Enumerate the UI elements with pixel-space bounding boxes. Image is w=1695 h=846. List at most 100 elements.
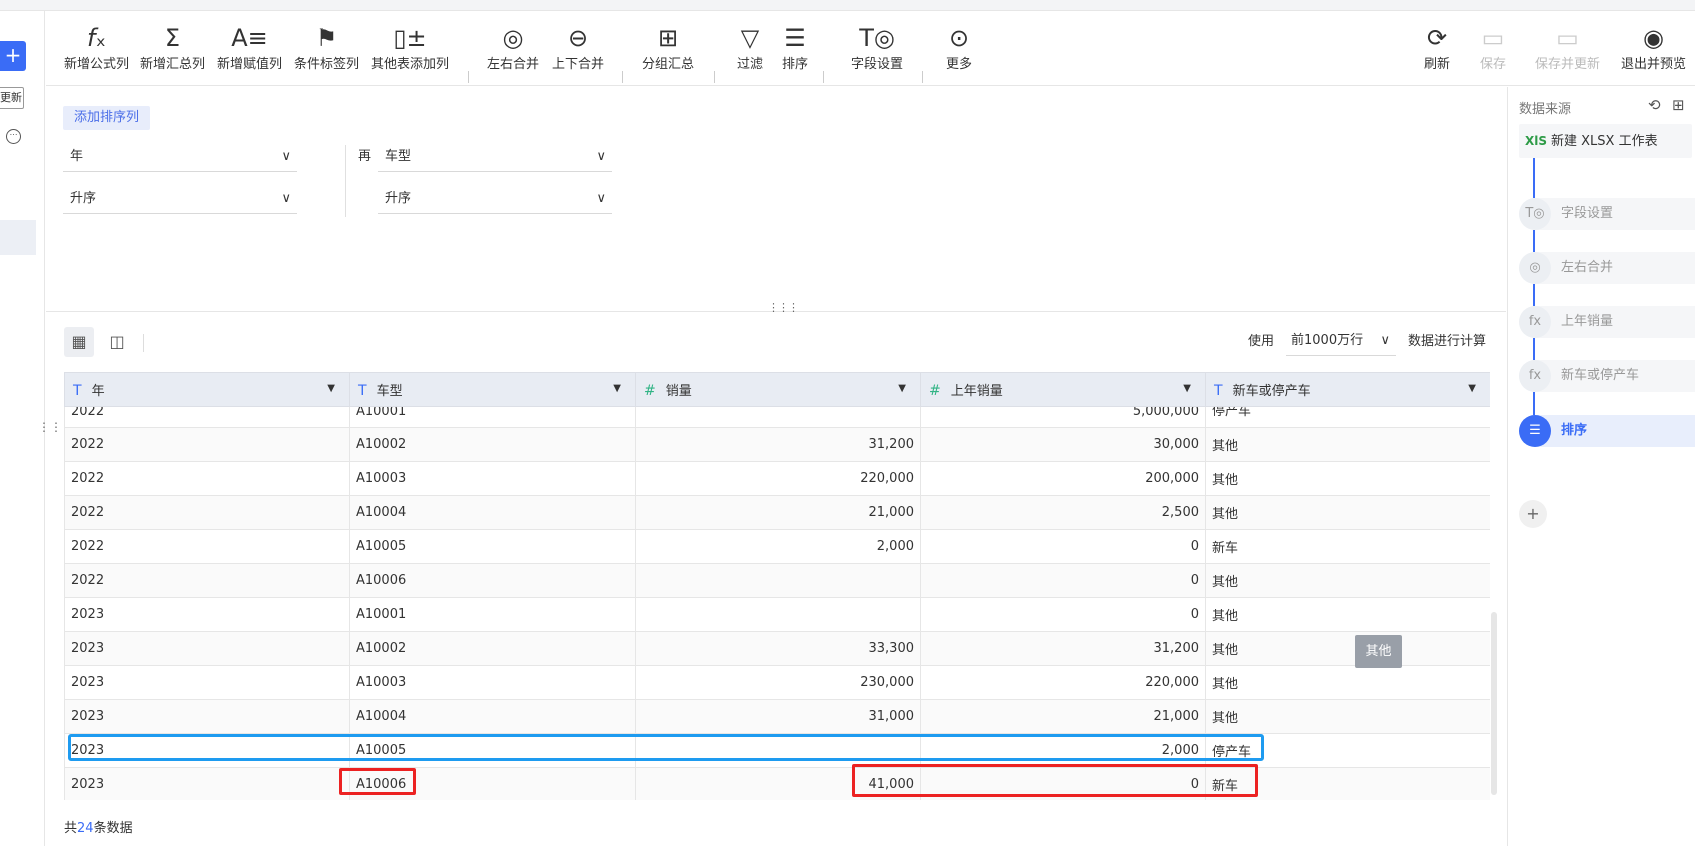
table-cell[interactable]: 2022 xyxy=(64,461,350,496)
column-header[interactable]: # 上年销量 ▼ xyxy=(920,372,1206,407)
table-cell[interactable]: 2022 xyxy=(64,427,350,462)
add-step-button[interactable]: + xyxy=(1519,500,1547,528)
table-cell[interactable]: 2022 xyxy=(64,563,350,598)
save-button[interactable]: ▭ 保存 xyxy=(1480,23,1506,72)
table-cell[interactable]: 其他 xyxy=(1205,495,1490,530)
table-cell[interactable] xyxy=(635,563,921,598)
update-button[interactable]: 更新 xyxy=(0,87,24,109)
condition-tag-column-button[interactable]: ⚑ 条件标签列 xyxy=(294,23,359,72)
table-cell[interactable]: A10004 xyxy=(349,699,636,734)
table-cell[interactable]: A10003 xyxy=(349,461,636,496)
column-header[interactable]: T 年 ▼ xyxy=(64,372,350,407)
step-field-settings[interactable]: T◎ 字段设置 xyxy=(1519,198,1695,230)
step-new-or-discontinued[interactable]: fx 新车或停产车 xyxy=(1519,360,1695,392)
history-icon[interactable]: ⟲ xyxy=(1648,96,1661,114)
dropdown-arrow-icon[interactable]: ▼ xyxy=(898,383,906,394)
row-limit-select[interactable]: 前1000万行 ∨ xyxy=(1286,326,1396,356)
table-cell[interactable]: 220,000 xyxy=(920,665,1206,700)
add-assign-column-button[interactable]: A≡ 新增赋值列 xyxy=(217,23,282,72)
table-cell[interactable]: 2022 xyxy=(64,529,350,564)
sort-button[interactable]: ☰ 排序 xyxy=(782,23,808,72)
layout-view-icon[interactable]: ◫ xyxy=(102,327,132,357)
table-cell[interactable]: 0 xyxy=(920,529,1206,564)
table-cell[interactable]: 2023 xyxy=(64,665,350,700)
exit-and-preview-button[interactable]: ◉ 退出并预览 xyxy=(1621,23,1686,72)
filter-button[interactable]: ▽ 过滤 xyxy=(737,23,763,72)
grid-view-icon[interactable]: ▦ xyxy=(64,327,94,357)
table-cell[interactable]: 2023 xyxy=(64,631,350,666)
sort-field-2-select[interactable]: 车型 ∨ xyxy=(378,142,612,172)
table-cell[interactable]: 其他 xyxy=(1205,631,1490,666)
refresh-button[interactable]: ⟳ 刷新 xyxy=(1424,23,1450,72)
add-summary-column-button[interactable]: Σ 新增汇总列 xyxy=(140,23,205,72)
table-cell[interactable]: 200,000 xyxy=(920,461,1206,496)
column-header[interactable]: T 新车或停产车 ▼ xyxy=(1205,372,1490,407)
step-sort[interactable]: ☰ 排序 xyxy=(1519,415,1695,447)
table-cell[interactable] xyxy=(635,597,921,632)
column-header[interactable]: # 销量 ▼ xyxy=(635,372,921,407)
dropdown-arrow-icon[interactable]: ▼ xyxy=(1183,383,1191,394)
table-cell[interactable]: 其他 xyxy=(1205,597,1490,632)
add-formula-column-button[interactable]: fₓ 新增公式列 xyxy=(64,23,129,72)
other-table-add-column-button[interactable]: ▯± 其他表添加列 xyxy=(371,23,449,72)
layout-toggle-icon[interactable]: ⊞ xyxy=(1672,96,1685,114)
add-icon[interactable]: + xyxy=(0,41,26,71)
sort-field-1-select[interactable]: 年 ∨ xyxy=(63,142,297,172)
table-cell[interactable]: 21,000 xyxy=(920,699,1206,734)
more-button[interactable]: ⊙ 更多 xyxy=(946,23,972,72)
table-cell[interactable]: A10006 xyxy=(349,563,636,598)
table-cell[interactable]: 其他 xyxy=(1205,665,1490,700)
table-cell[interactable]: 0 xyxy=(920,597,1206,632)
table-cell[interactable]: 31,200 xyxy=(635,427,921,462)
table-cell[interactable]: 其他 xyxy=(1205,699,1490,734)
table-cell[interactable]: A10001 xyxy=(349,597,636,632)
dropdown-arrow-icon[interactable]: ▼ xyxy=(613,383,621,394)
table-cell[interactable] xyxy=(635,406,921,428)
save-and-update-button[interactable]: ▭ 保存并更新 xyxy=(1535,23,1600,72)
data-source-item[interactable]: XlS 新建 XLSX 工作表 xyxy=(1519,124,1692,158)
dropdown-arrow-icon[interactable]: ▼ xyxy=(1468,383,1476,394)
table-cell[interactable]: 2022 xyxy=(64,495,350,530)
resize-handle-icon[interactable]: ⋮⋮⋮ xyxy=(768,301,799,314)
table-cell[interactable]: A10005 xyxy=(349,529,636,564)
table-cell[interactable]: A10002 xyxy=(349,427,636,462)
table-cell[interactable]: 2,500 xyxy=(920,495,1206,530)
table-cell[interactable]: 33,300 xyxy=(635,631,921,666)
table-cell[interactable]: 2,000 xyxy=(635,529,921,564)
table-cell[interactable]: 新车 xyxy=(1205,529,1490,564)
table-cell[interactable]: 其他 xyxy=(1205,563,1490,598)
table-cell[interactable]: 停产车 xyxy=(1205,406,1490,428)
table-cell[interactable]: 230,000 xyxy=(635,665,921,700)
step-last-year-sales[interactable]: fx 上年销量 xyxy=(1519,306,1695,338)
table-cell[interactable]: 其他 xyxy=(1205,461,1490,496)
selected-nav-item[interactable] xyxy=(0,220,36,255)
column-header[interactable]: T 车型 ▼ xyxy=(349,372,636,407)
more-icon[interactable]: ⋯ xyxy=(6,129,21,144)
table-cell[interactable]: A10003 xyxy=(349,665,636,700)
table-cell[interactable]: 其他 xyxy=(1205,427,1490,462)
table-cell[interactable]: 2022 xyxy=(64,406,350,428)
drag-handle-icon[interactable]: ⋮⋮ xyxy=(38,420,62,434)
step-left-right-merge[interactable]: ◎ 左右合并 xyxy=(1519,252,1695,284)
group-summary-button[interactable]: ⊞ 分组汇总 xyxy=(642,23,694,72)
table-cell[interactable]: 31,200 xyxy=(920,631,1206,666)
table-cell[interactable]: 21,000 xyxy=(635,495,921,530)
dropdown-arrow-icon[interactable]: ▼ xyxy=(327,383,335,394)
table-cell[interactable]: 2023 xyxy=(64,767,350,800)
add-sort-column-button[interactable]: 添加排序列 xyxy=(63,106,151,130)
table-cell[interactable]: 30,000 xyxy=(920,427,1206,462)
table-cell[interactable]: 31,000 xyxy=(635,699,921,734)
left-right-merge-button[interactable]: ◎ 左右合并 xyxy=(487,23,539,72)
table-cell[interactable]: A10004 xyxy=(349,495,636,530)
table-cell[interactable]: A10002 xyxy=(349,631,636,666)
up-down-merge-button[interactable]: ⊖ 上下合并 xyxy=(552,23,604,72)
table-cell[interactable]: A10001 xyxy=(349,406,636,428)
sort-order-1-select[interactable]: 升序 ∨ xyxy=(63,184,297,214)
table-cell[interactable]: 0 xyxy=(920,563,1206,598)
sort-order-2-select[interactable]: 升序 ∨ xyxy=(378,184,612,214)
table-cell[interactable]: 2023 xyxy=(64,597,350,632)
table-cell[interactable]: 5,000,000 xyxy=(920,406,1206,428)
vertical-scrollbar[interactable] xyxy=(1491,612,1497,795)
field-settings-button[interactable]: T◎ 字段设置 xyxy=(851,23,903,72)
table-cell[interactable]: 220,000 xyxy=(635,461,921,496)
